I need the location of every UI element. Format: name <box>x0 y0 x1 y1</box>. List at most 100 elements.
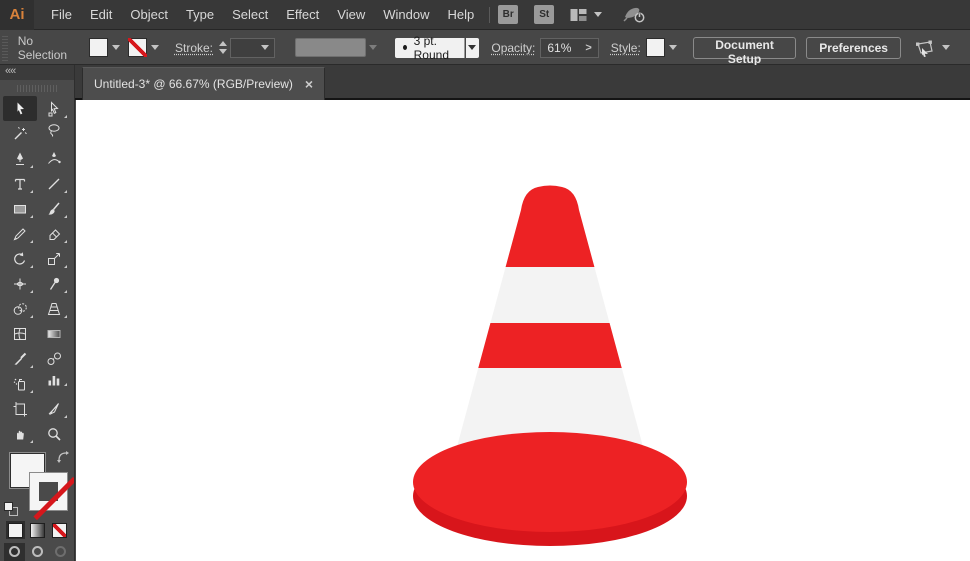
artboard-canvas[interactable] <box>76 100 970 561</box>
chevron-down-icon[interactable] <box>941 45 950 50</box>
blend-tool[interactable] <box>37 346 71 371</box>
draw-behind-icon[interactable] <box>27 543 48 561</box>
panel-collapse-button[interactable]: «« <box>0 65 74 80</box>
hand-tool[interactable] <box>3 421 37 446</box>
flyout-indicator-icon <box>30 240 33 243</box>
menu-type[interactable]: Type <box>177 0 223 30</box>
pen-tool[interactable] <box>3 146 37 171</box>
style-swatch[interactable] <box>645 38 665 57</box>
flyout-indicator-icon <box>64 190 67 193</box>
type-tool[interactable] <box>3 171 37 196</box>
puppet-warp-tool[interactable] <box>37 271 71 296</box>
default-fill-stroke-icon[interactable] <box>4 502 18 516</box>
menu-edit[interactable]: Edit <box>81 0 121 30</box>
chevron-down-icon[interactable] <box>111 45 120 50</box>
mesh-tool[interactable] <box>3 321 37 346</box>
draw-inside-icon[interactable] <box>50 543 71 561</box>
chevron-down-icon <box>261 45 270 50</box>
menu-view[interactable]: View <box>328 0 374 30</box>
swap-fill-stroke-icon[interactable] <box>56 450 70 464</box>
scale-tool[interactable] <box>37 246 71 271</box>
gradient-button[interactable] <box>28 521 47 539</box>
graphic-style-control[interactable] <box>645 38 677 57</box>
draw-normal-icon[interactable] <box>3 543 25 561</box>
brush-definition-chevron[interactable] <box>465 37 480 58</box>
width-tool[interactable] <box>3 271 37 296</box>
chevron-down-icon[interactable] <box>668 45 677 50</box>
blend-icon <box>47 352 61 365</box>
stepper-up-icon[interactable] <box>219 41 228 46</box>
opacity-field[interactable]: 61% > <box>540 37 599 58</box>
bridge-button[interactable]: Br <box>498 5 519 24</box>
select-similar-control[interactable] <box>913 39 950 57</box>
stroke-weight-dropdown[interactable] <box>230 37 276 58</box>
curvature-tool[interactable] <box>37 146 71 171</box>
shaper-tool[interactable] <box>3 221 37 246</box>
fill-swatch[interactable] <box>88 38 108 57</box>
rotate-tool[interactable] <box>3 246 37 271</box>
stock-button[interactable]: St <box>534 5 555 24</box>
direct-selection-tool[interactable] <box>37 96 71 121</box>
menu-window[interactable]: Window <box>374 0 438 30</box>
menu-effect[interactable]: Effect <box>277 0 328 30</box>
flyout-indicator-icon <box>64 215 67 218</box>
flyout-indicator-icon <box>30 215 33 218</box>
gradient-tool[interactable] <box>37 321 71 346</box>
workspace-switcher[interactable] <box>570 8 603 22</box>
cone-middle-red-stripe <box>455 323 645 368</box>
flyout-indicator-icon <box>64 383 67 386</box>
menu-items: File Edit Object Type Select Effect View Window… <box>34 0 483 30</box>
eraser-tool[interactable] <box>37 221 71 246</box>
perspective-grid-tool[interactable] <box>37 296 71 321</box>
flyout-indicator-icon <box>64 415 67 418</box>
brush-definition-dropdown[interactable]: 3 pt. Round <box>394 34 465 62</box>
chevron-down-icon <box>468 45 477 50</box>
stroke-swatch-none[interactable] <box>127 38 147 57</box>
line-segment-tool[interactable] <box>37 171 71 196</box>
menu-bar: Ai File Edit Object Type Select Effect View Win… <box>0 0 970 30</box>
document-tab[interactable]: Untitled-3* @ 66.67% (RGB/Preview) × <box>82 67 326 100</box>
stepper-down-icon[interactable] <box>219 49 228 54</box>
menu-file[interactable]: File <box>42 0 81 30</box>
chevron-down-icon[interactable] <box>150 45 159 50</box>
opacity-panel-link[interactable]: Opacity: <box>491 41 535 55</box>
paintbrush-tool[interactable] <box>37 196 71 221</box>
slice-tool[interactable] <box>37 396 71 421</box>
stroke-weight-stepper[interactable] <box>219 41 228 54</box>
column-graph-tool[interactable] <box>37 371 71 389</box>
preferences-button[interactable]: Preferences <box>806 36 901 59</box>
eyedropper-icon <box>14 352 27 365</box>
color-button[interactable] <box>5 521 25 539</box>
color-mode-row <box>0 521 74 539</box>
zoom-tool[interactable] <box>37 421 71 446</box>
menu-object[interactable]: Object <box>121 0 177 30</box>
gpu-performance-icon[interactable] <box>622 6 646 23</box>
panel-grip[interactable] <box>2 34 8 61</box>
opacity-expand-arrow[interactable]: > <box>579 42 597 54</box>
document-setup-button[interactable]: Document Setup <box>692 36 797 66</box>
stroke-panel-link[interactable]: Stroke: <box>175 41 213 55</box>
symbol-sprayer-tool[interactable] <box>3 371 37 396</box>
panel-drag-grip[interactable] <box>17 85 57 92</box>
artboard-tool[interactable] <box>3 396 37 421</box>
magic-wand-tool[interactable] <box>3 121 37 146</box>
tab-close-icon[interactable]: × <box>305 77 313 91</box>
rectangle-tool[interactable] <box>3 196 37 221</box>
lasso-tool[interactable] <box>37 121 71 139</box>
eyedropper-tool[interactable] <box>3 346 37 371</box>
stroke-color-box-none[interactable] <box>30 473 74 521</box>
flyout-indicator-icon <box>64 290 67 293</box>
menu-select[interactable]: Select <box>223 0 277 30</box>
shape-builder-tool[interactable] <box>3 296 37 321</box>
fill-color-control[interactable] <box>88 38 120 57</box>
menu-help[interactable]: Help <box>438 0 483 30</box>
style-panel-link[interactable]: Style: <box>611 41 641 55</box>
opacity-value[interactable]: 61% <box>547 41 571 55</box>
traffic-cone-artwork[interactable] <box>412 184 692 554</box>
chevron-down-icon <box>368 45 377 50</box>
stroke-color-control[interactable] <box>127 38 159 57</box>
none-button[interactable] <box>50 521 69 539</box>
artboard-icon <box>13 401 27 416</box>
flyout-indicator-icon <box>30 290 33 293</box>
selection-tool[interactable] <box>3 96 37 121</box>
